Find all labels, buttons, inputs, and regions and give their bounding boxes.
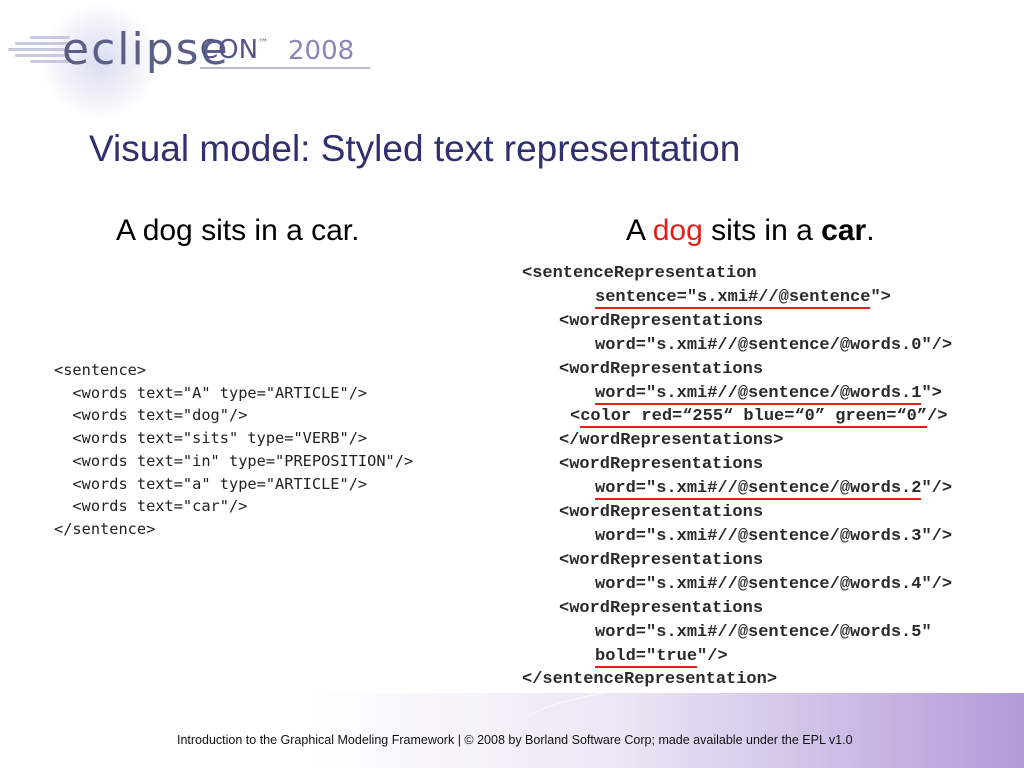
underlined-attribute: color red=“255“ blue=“0” green=“0” [580,407,928,429]
caption-plain-sentence: A dog sits in a car. [116,214,360,247]
footer-band [0,693,1024,768]
code-line: <words text="in" type="PREPOSITION"/> [54,451,414,470]
code-line: word="s.xmi#//@sentence/@words.4"/> [595,574,953,594]
caption-word-car: car [821,214,867,247]
code-line: <words text="dog"/> [54,406,248,425]
code-line: <words text="sits" type="VERB"/> [54,429,368,448]
logo-con-text: CON™ [200,37,268,63]
code-fragment: < [570,407,581,427]
code-line: <wordRepresentations [559,550,764,570]
code-line: sentence="s.xmi#//@sentence"> [522,286,952,310]
code-line: <words text="A" type="ARTICLE"/> [54,383,368,402]
code-line: word="s.xmi#//@sentence/@words.5" [595,622,932,642]
caption-middle: sits in a [702,214,822,247]
code-line: word="s.xmi#//@sentence/@words.3"/> [595,526,953,546]
caption-word-dog: dog [652,214,703,247]
code-line: <sentence> [54,361,147,379]
code-fragment: "/> [697,646,728,666]
code-line: <wordRepresentations [559,311,764,331]
code-line: <wordRepresentations [559,359,764,379]
footer-text: Introduction to the Graphical Modeling F… [177,733,853,747]
code-line: </wordRepresentations> [559,431,784,451]
code-line: <sentenceRepresentation [522,264,757,283]
slide-title: Visual model: Styled text representation [89,128,741,169]
representation-xml-code: <sentenceRepresentation sentence="s.xmi#/… [522,262,952,692]
caption-styled-sentence: A dog sits in a car. [626,214,875,248]
caption-word-a: A [626,214,653,247]
code-line: word="s.xmi#//@sentence/@words.0"/> [595,335,953,355]
code-line: <wordRepresentations [559,503,764,523]
underlined-attribute: word="s.xmi#//@sentence/@words.1 [595,383,922,405]
code-fragment: "> [921,383,942,403]
underlined-attribute: word="s.xmi#//@sentence/@words.2 [595,479,922,501]
logo-speed-lines [0,36,70,76]
code-fragment: "/> [921,479,953,499]
code-line: <words text="car"/> [54,497,248,516]
code-line: <color red=“255“ blue=“0” green=“0”/> [522,405,952,429]
code-line: bold="true"/> [522,645,952,669]
logo-con-word: CON [200,35,259,65]
underlined-attribute: sentence="s.xmi#//@sentence [595,287,871,309]
code-line: <wordRepresentations [559,455,764,475]
eclipsecon-logo: eclipse CON™ 2008 [0,0,400,116]
code-line: <words text="a" type="ARTICLE"/> [54,474,368,493]
code-line: </sentence> [54,519,156,538]
underlined-attribute: bold="true [595,646,698,668]
code-line: </sentenceRepresentation> [522,670,778,690]
logo-underline [200,67,370,69]
code-fragment: "> [870,287,891,307]
caption-period: . [866,214,875,247]
code-line: word="s.xmi#//@sentence/@words.2"/> [522,477,952,501]
sentence-xml-code: <sentence> <words text="A" type="ARTICLE… [54,359,413,541]
code-line: <wordRepresentations [559,598,764,618]
code-line: word="s.xmi#//@sentence/@words.1"> [522,382,952,406]
logo-year: 2008 [288,36,355,66]
code-fragment: /> [927,407,948,427]
logo-trademark: ™ [258,38,269,49]
footer-swoosh [520,693,1024,768]
